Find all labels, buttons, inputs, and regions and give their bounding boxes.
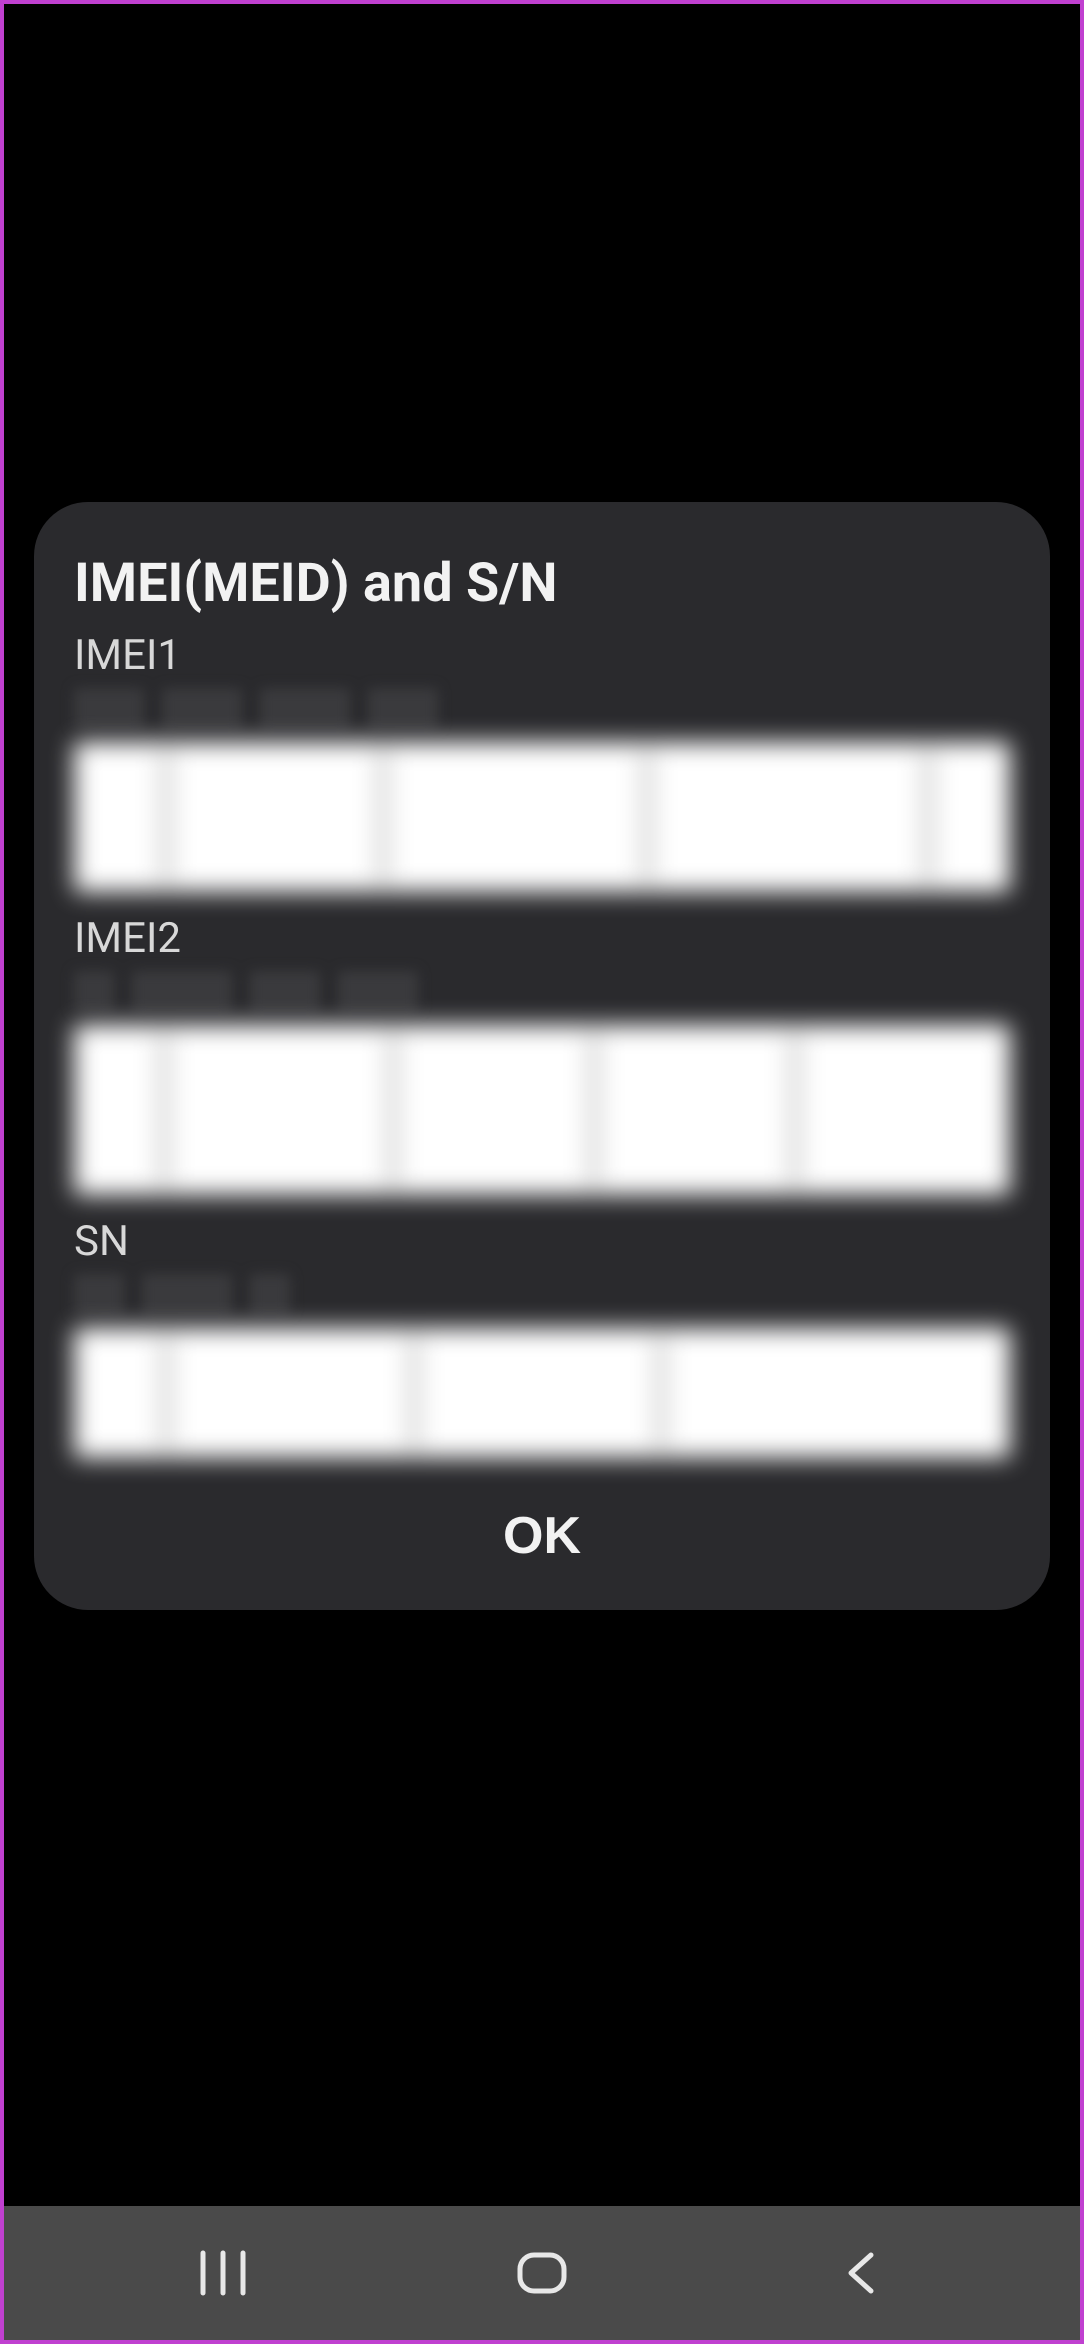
back-icon bbox=[841, 2249, 881, 2297]
sn-value-redacted bbox=[74, 1274, 1010, 1314]
recents-icon bbox=[195, 2249, 251, 2297]
recents-button[interactable] bbox=[163, 2233, 283, 2313]
sn-barcode-redacted bbox=[74, 1328, 1010, 1458]
navigation-bar bbox=[4, 2206, 1080, 2340]
imei1-barcode-redacted bbox=[74, 742, 1010, 892]
imei2-barcode-redacted bbox=[74, 1025, 1010, 1195]
imei2-label: IMEI2 bbox=[74, 914, 1010, 963]
imei2-value-redacted bbox=[74, 971, 1010, 1011]
imei1-value-redacted bbox=[74, 688, 1010, 728]
imei1-label: IMEI1 bbox=[74, 631, 1010, 680]
home-button[interactable] bbox=[482, 2233, 602, 2313]
imei-dialog: IMEI(MEID) and S/N IMEI1 IMEI2 SN OK bbox=[34, 502, 1050, 1610]
home-icon bbox=[514, 2249, 570, 2297]
dialog-title: IMEI(MEID) and S/N bbox=[74, 552, 1010, 617]
sn-label: SN bbox=[74, 1217, 1010, 1266]
ok-button[interactable]: OK bbox=[74, 1480, 1010, 1574]
back-button[interactable] bbox=[801, 2233, 921, 2313]
